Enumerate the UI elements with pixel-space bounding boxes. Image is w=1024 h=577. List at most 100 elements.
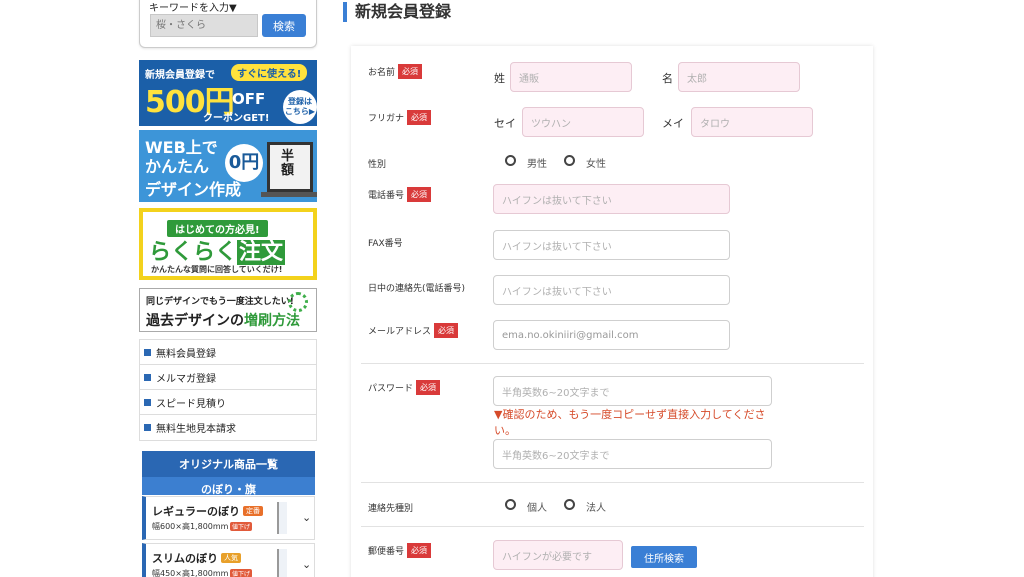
last-name-label: 姓 xyxy=(494,72,505,85)
contact-corporate-label: 法人 xyxy=(586,503,606,514)
product-tag-discount: 値下げ xyxy=(230,569,253,577)
search-button[interactable]: 検索 xyxy=(262,14,306,37)
reprint-banner-line2a: 過去デザインの xyxy=(146,313,244,329)
password-row-label: パスワード 必須 xyxy=(368,380,441,395)
square-bullet-icon xyxy=(144,373,151,381)
zip-input[interactable]: ハイフンが必要です xyxy=(493,540,623,570)
easy-order-banner[interactable]: はじめての方必見! らくらく注文 かんたんな質問に回答していくだけ! xyxy=(139,208,317,280)
sidebar-link-fabric-sample[interactable]: 無料生地見本請求 xyxy=(140,415,316,440)
product-list-header: オリジナル商品一覧 のぼり・旗 xyxy=(142,451,315,496)
kana-first-label: メイ xyxy=(662,117,684,130)
coupon-banner-off: OFF xyxy=(232,90,266,108)
last-name-input[interactable]: 通販 xyxy=(510,62,632,92)
email-row-label: メールアドレス 必須 xyxy=(368,323,459,338)
coupon-banner[interactable]: 新規会員登録で すぐに使える! 500円 OFF クーポンGET! 登録は こち… xyxy=(139,60,317,126)
section-divider xyxy=(361,363,864,364)
search-label: キーワードを入力▼ xyxy=(149,3,237,14)
zip-label: 郵便番号 xyxy=(368,547,405,557)
product-item-slim[interactable]: スリムのぼり 人気 幅450×高1,800mm 値下げ ⌄ xyxy=(142,543,315,577)
product-item-regular[interactable]: レギュラーのぼり 定番 幅600×高1,800mm 値下げ ⌄ xyxy=(142,496,315,540)
daytime-phone-input[interactable]: ハイフンは抜いて下さい xyxy=(493,275,730,305)
section-divider xyxy=(361,482,864,483)
email-label: メールアドレス xyxy=(368,327,432,337)
sidebar-link-newsletter[interactable]: メルマガ登録 xyxy=(140,365,316,390)
sidebar-link-label: メルマガ登録 xyxy=(156,373,216,385)
easy-order-title-b: 注文 xyxy=(237,240,286,265)
easy-order-sub: かんたんな質問に回答していくだけ! xyxy=(151,265,283,274)
sidebar-link-label: スピード見積り xyxy=(156,398,226,410)
gender-row-label: 性別 xyxy=(368,157,386,170)
product-size: 幅450×高1,800mm xyxy=(152,569,229,577)
easy-order-title: らくらく注文 xyxy=(149,234,286,266)
phone-row-label: 電話番号 必須 xyxy=(368,187,432,202)
kana-first-input[interactable]: タロウ xyxy=(691,107,813,137)
daytime-label: 日中の連絡先(電話番号) xyxy=(368,284,466,294)
design-banner-half: 半額 xyxy=(281,149,295,178)
password-warning: ▼確認のため、もう一度コピーせず直接入力してください。 xyxy=(494,408,766,437)
reprint-banner[interactable]: 同じデザインでもう一度注文したい! 過去デザインの増刷方法 xyxy=(139,288,317,332)
design-banner-line2: かんたん xyxy=(145,157,210,176)
flag-thumbnail-icon xyxy=(277,549,287,577)
gender-label: 性別 xyxy=(368,160,387,170)
name-label: お名前 xyxy=(368,68,396,78)
reprint-banner-line2b: 増刷方法 xyxy=(244,313,300,329)
product-tag: 定番 xyxy=(243,506,263,516)
square-bullet-icon xyxy=(144,398,151,406)
sidebar-link-free-registration[interactable]: 無料会員登録 xyxy=(140,340,316,365)
product-list-subheader[interactable]: のぼり・旗 xyxy=(142,477,315,496)
fax-label: FAX番号 xyxy=(368,239,403,249)
contact-personal-radio[interactable] xyxy=(505,499,516,510)
kana-label: フリガナ xyxy=(368,114,405,124)
gender-male-radio[interactable] xyxy=(505,155,516,166)
first-name-label: 名 xyxy=(662,72,673,85)
email-input[interactable]: ema.no.okiniiri@gmail.com xyxy=(493,320,730,350)
name-row-label: お名前 必須 xyxy=(368,64,423,79)
required-badge: 必須 xyxy=(407,187,432,202)
password-input[interactable]: 半角英数6~20文字まで xyxy=(493,376,772,406)
fax-input[interactable]: ハイフンは抜いて下さい xyxy=(493,230,730,260)
daytime-row-label: 日中の連絡先(電話番号) xyxy=(368,281,465,294)
reprint-banner-line2: 過去デザインの増刷方法 xyxy=(146,310,300,330)
contact-corporate-radio[interactable] xyxy=(564,499,575,510)
laptop-base-icon xyxy=(261,192,317,197)
gender-male-label: 男性 xyxy=(527,159,547,170)
chevron-down-icon[interactable]: ⌄ xyxy=(302,558,311,571)
reprint-banner-line1: 同じデザインでもう一度注文したい! xyxy=(146,297,294,307)
required-badge: 必須 xyxy=(434,323,459,338)
sidebar-link-speed-quote[interactable]: スピード見積り xyxy=(140,390,316,415)
gender-female-radio[interactable] xyxy=(564,155,575,166)
sidebar-link-label: 無料生地見本請求 xyxy=(156,424,236,435)
phone-label: 電話番号 xyxy=(368,191,405,201)
first-name-input[interactable]: 太郎 xyxy=(678,62,800,92)
sidebar-links: 無料会員登録 メルマガ登録 スピード見積り 無料生地見本請求 xyxy=(139,339,317,441)
product-name: レギュラーのぼり xyxy=(152,505,240,518)
search-input[interactable] xyxy=(150,14,258,37)
phone-input[interactable]: ハイフンは抜いて下さい xyxy=(493,184,730,214)
page-title: 新規会員登録 xyxy=(343,2,451,22)
square-bullet-icon xyxy=(144,424,151,431)
password-confirm-input[interactable]: 半角英数6~20文字まで xyxy=(493,439,772,469)
product-name: スリムのぼり xyxy=(152,552,218,565)
contact-personal-label: 個人 xyxy=(527,503,547,514)
kana-last-input[interactable]: ツウハン xyxy=(522,107,644,137)
easy-order-title-a: らくらく xyxy=(149,240,238,265)
chevron-down-icon[interactable]: ⌄ xyxy=(302,511,311,524)
flag-thumbnail-icon xyxy=(277,502,287,534)
sidebar-link-label: 無料会員登録 xyxy=(156,348,216,360)
kana-last-label: セイ xyxy=(494,117,516,130)
coupon-banner-get: クーポンGET! xyxy=(203,113,270,124)
square-bullet-icon xyxy=(144,348,151,356)
coupon-banner-pill: すぐに使える! xyxy=(231,64,308,81)
kana-row-label: フリガナ 必須 xyxy=(368,110,432,125)
contact-type-label: 連絡先種別 xyxy=(368,504,414,514)
section-divider xyxy=(361,526,864,527)
product-list-title: オリジナル商品一覧 xyxy=(179,458,278,471)
design-banner[interactable]: WEB上で かんたん デザイン作成 0円 半額 xyxy=(139,130,317,202)
search-box: キーワードを入力▼ 検索 xyxy=(139,0,317,48)
refresh-icon xyxy=(288,292,308,312)
design-banner-price: 0円 xyxy=(225,144,263,182)
address-search-button[interactable]: 住所検索 xyxy=(631,546,697,568)
zip-row-label: 郵便番号 必須 xyxy=(368,543,432,558)
required-badge: 必須 xyxy=(407,543,432,558)
gender-female-label: 女性 xyxy=(586,159,606,170)
